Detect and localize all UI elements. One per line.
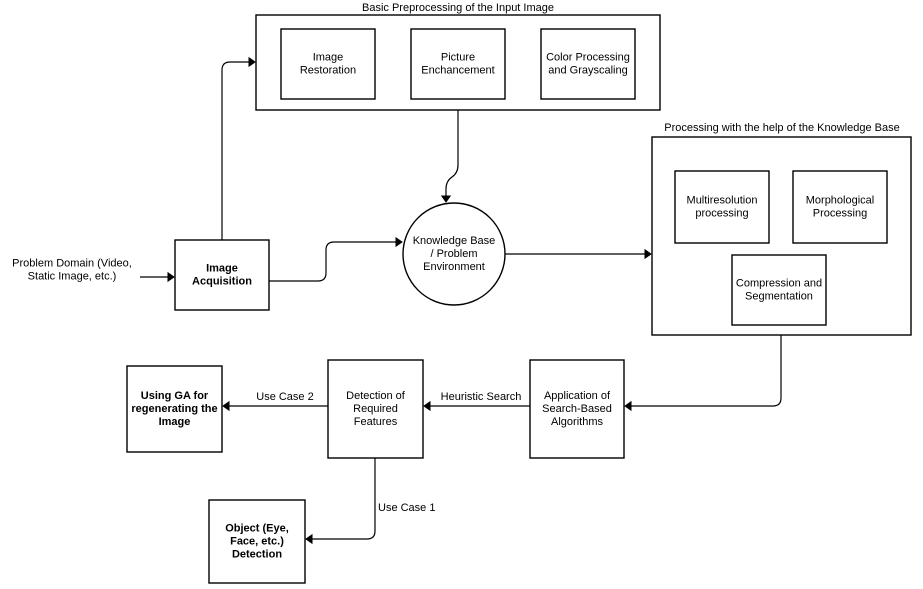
arrow-into-ga [222, 400, 230, 412]
application-search-based-algorithms-label: Application of Search-Based Algorithms [542, 390, 612, 428]
heuristic-search-label: Heuristic Search [441, 391, 522, 403]
arrow-into-application [624, 400, 632, 412]
use-case-2-label: Use Case 2 [256, 391, 313, 403]
arrow-into-object [305, 533, 313, 545]
node-detection-required-features[interactable]: Detection of Required Features [327, 359, 424, 459]
circle-nodes-layer: Knowledge Base / Problem Environment [402, 202, 506, 306]
node-compression-segmentation[interactable]: Compression and Segmentation [731, 254, 827, 326]
node-morphological-processing[interactable]: Morphological Processing [792, 170, 888, 244]
color-processing-grayscaling-label: Color Processing and Grayscaling [546, 51, 630, 76]
nodes-layer: Image Restoration Picture Enchancement Color… [126, 28, 888, 584]
multiresolution-processing-label: Multiresolution processing [687, 194, 758, 219]
edge-preprocessing-to-knowledge-base [445, 110, 459, 196]
edge-detection-to-object [312, 458, 376, 540]
arrow-into-detection [423, 400, 431, 412]
arrow-into-acquisition [167, 271, 175, 283]
arrow-into-knowledge-base-top [440, 195, 452, 203]
node-application-search-based-algorithms[interactable]: Application of Search-Based Algorithms [529, 359, 625, 459]
node-object-detection[interactable]: Object (Eye, Face, etc.) Detection [208, 499, 306, 584]
knowledge-base-group-label: Processing with the help of the Knowledg… [664, 122, 899, 134]
edge-kb-group-to-application [631, 335, 782, 407]
arrow-into-knowledge-base-circle [395, 236, 403, 248]
edge-acquisition-to-knowledge-base [269, 241, 396, 282]
node-image-restoration[interactable]: Image Restoration [280, 28, 376, 100]
morphological-processing-label: Morphological Processing [806, 194, 874, 219]
edge-acquisition-to-preprocessing [221, 61, 249, 240]
diagram-canvas: Basic Preprocessing of the Input Image Pr… [0, 0, 923, 589]
arrow-into-kb-group [644, 248, 652, 260]
node-color-processing-grayscaling[interactable]: Color Processing and Grayscaling [540, 28, 636, 100]
node-image-acquisition[interactable]: Image Acquisition [174, 239, 270, 311]
problem-domain-label: Problem Domain (Video, Static Image, etc.… [12, 257, 132, 282]
arrow-into-preprocessing [248, 56, 256, 68]
object-detection-label: Object (Eye, Face, etc.) Detection [225, 522, 289, 560]
compression-segmentation-label: Compression and Segmentation [736, 277, 822, 302]
node-using-ga-regenerating-image[interactable]: Using GA for regenerating the Image [126, 365, 223, 453]
node-multiresolution-processing[interactable]: Multiresolution processing [674, 170, 770, 244]
flowchart-svg: Basic Preprocessing of the Input Image Pr… [12, 2, 912, 584]
node-knowledge-base-problem-environment[interactable]: Knowledge Base / Problem Environment [402, 202, 506, 306]
detection-required-features-label: Detection of Required Features [346, 390, 406, 428]
use-case-1-label: Use Case 1 [378, 502, 435, 514]
node-picture-enchancement[interactable]: Picture Enchancement [410, 28, 506, 100]
preprocessing-group-label: Basic Preprocessing of the Input Image [362, 2, 554, 14]
